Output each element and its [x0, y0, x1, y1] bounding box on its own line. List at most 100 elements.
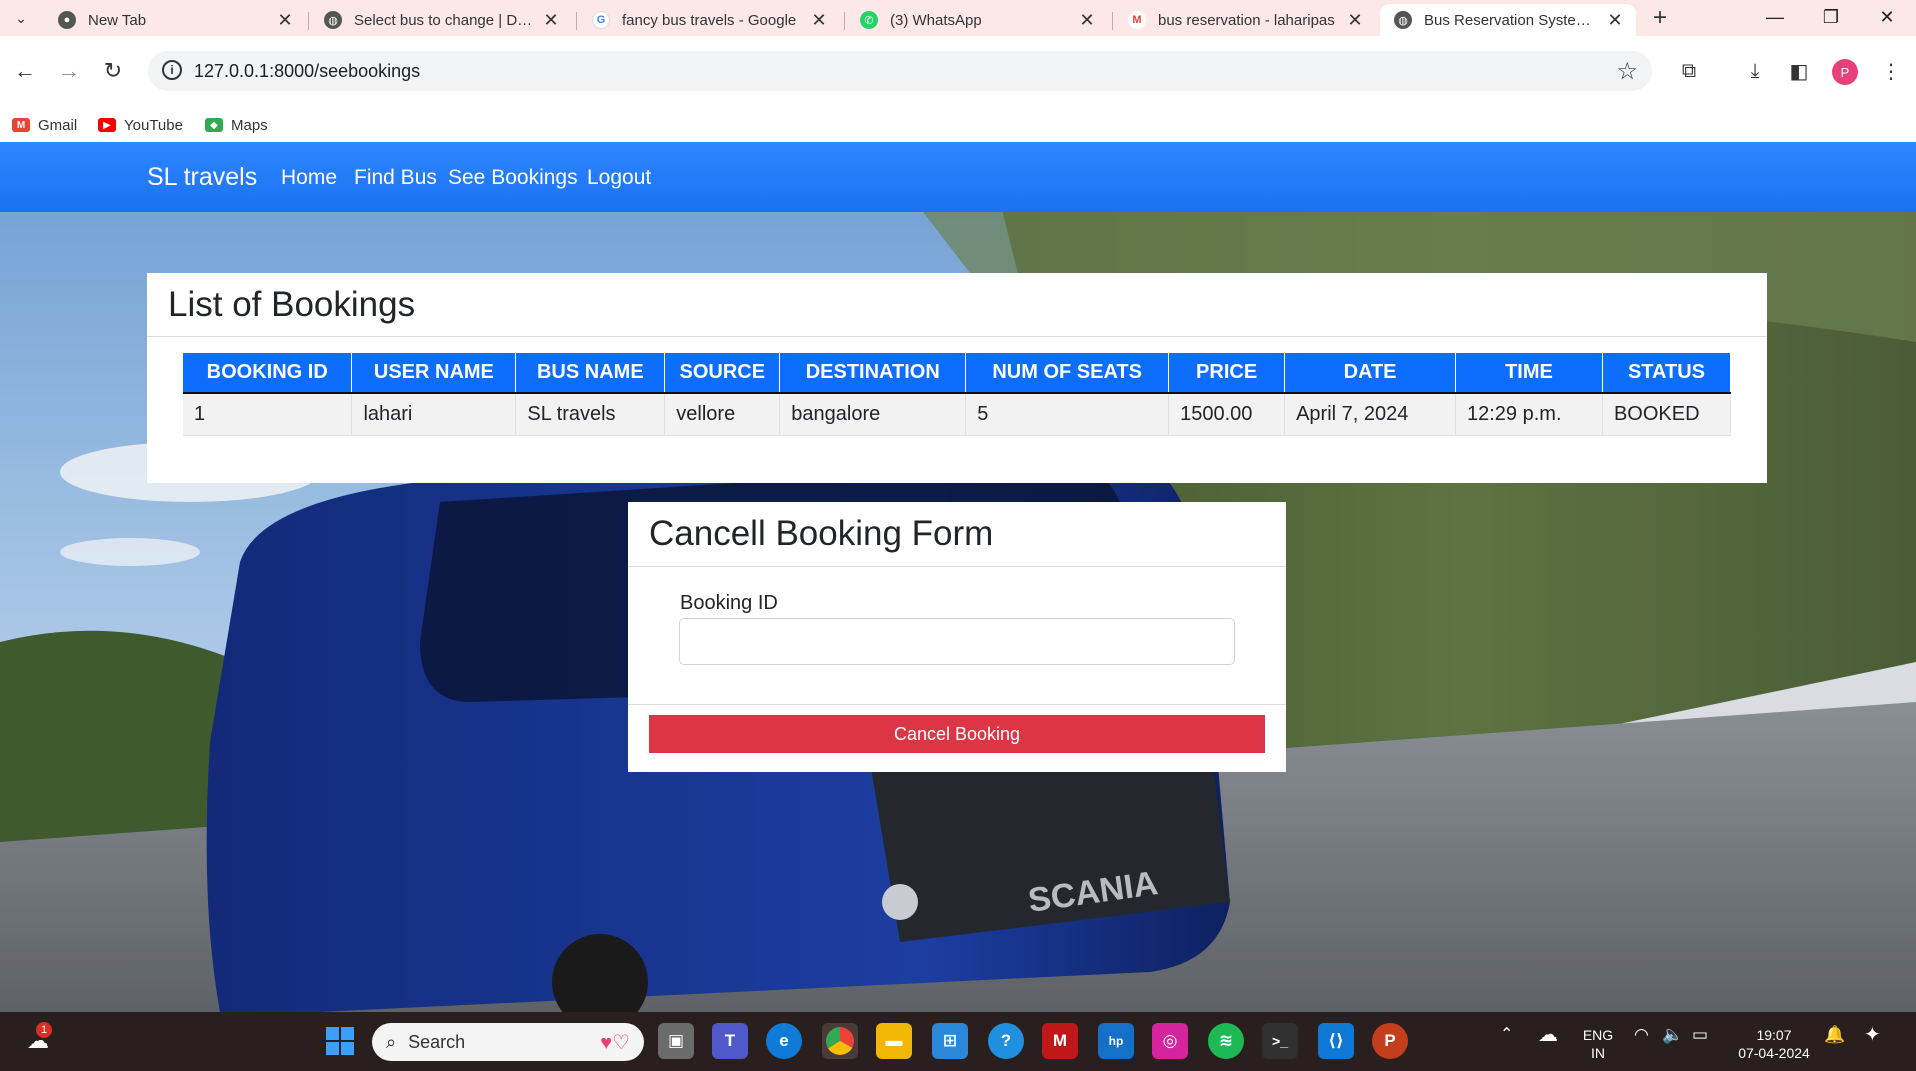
close-tab-icon[interactable]: ✕ — [810, 10, 828, 31]
cell-time: 12:29 p.m. — [1455, 393, 1603, 436]
bookmark-maps[interactable]: ◆ Maps — [205, 108, 268, 142]
column-header: STATUS — [1602, 353, 1732, 394]
close-tab-icon[interactable]: ✕ — [1346, 10, 1364, 31]
cell-source: vellore — [664, 393, 781, 436]
new-tab-button[interactable]: + — [1646, 4, 1674, 32]
bookings-title: List of Bookings — [168, 285, 416, 324]
back-button[interactable]: ← — [10, 56, 40, 86]
forward-button[interactable]: → — [54, 56, 84, 86]
download-icon[interactable]: ⤓ — [1740, 56, 1770, 86]
file-explorer-icon[interactable]: ▬ — [876, 1023, 912, 1059]
search-highlight-icon: ♥♡ — [600, 1031, 630, 1054]
onedrive-cloud-icon[interactable]: ☁ — [1538, 1025, 1558, 1045]
wifi-icon[interactable]: ◠ — [1634, 1026, 1649, 1044]
minimize-button[interactable]: — — [1752, 2, 1798, 32]
nav-link-see-bookings[interactable]: See Bookings — [448, 166, 578, 190]
show-hidden-icons-chevron[interactable]: ⌃ — [1500, 1026, 1513, 1044]
search-placeholder: Search — [408, 1031, 466, 1052]
spotify-icon[interactable]: ≋ — [1208, 1023, 1244, 1059]
cancel-booking-button[interactable]: Cancel Booking — [649, 715, 1265, 753]
navbar-brand[interactable]: SL travels — [147, 163, 257, 192]
column-header: PRICE — [1168, 353, 1286, 394]
copilot-icon[interactable]: ✦ — [1864, 1025, 1881, 1045]
booking-id-label: Booking ID — [680, 592, 778, 614]
table-row: 1 lahari SL travels vellore bangalore 5 … — [183, 393, 1732, 436]
clock[interactable]: 19:07 07-04-2024 — [1732, 1026, 1816, 1062]
close-tab-icon[interactable]: ✕ — [542, 10, 560, 31]
globe-icon: ◍ — [324, 11, 342, 29]
vscode-icon[interactable]: ⟨⟩ — [1318, 1023, 1354, 1059]
chrome-icon: ● — [58, 11, 76, 29]
close-tab-icon[interactable]: ✕ — [1078, 10, 1096, 31]
card-footer-divider — [628, 704, 1286, 705]
bookmark-label: Gmail — [38, 116, 78, 134]
nav-link-logout[interactable]: Logout — [587, 166, 651, 190]
column-header: TIME — [1455, 353, 1603, 394]
help-icon[interactable]: ? — [988, 1023, 1024, 1059]
close-tab-icon[interactable]: ✕ — [1606, 10, 1624, 31]
tab-gmail[interactable]: M bus reservation - laharipas ✕ — [1114, 4, 1376, 36]
search-icon: ⌕ — [386, 1031, 397, 1052]
tab-new-tab[interactable]: ● New Tab ✕ — [44, 4, 306, 36]
language-code: ENG — [1582, 1027, 1614, 1043]
tab-bus-reservation[interactable]: ◍ Bus Reservation System in ✕ — [1380, 4, 1636, 36]
profile-avatar[interactable]: P — [1832, 59, 1858, 85]
nav-link-home[interactable]: Home — [281, 166, 337, 190]
language-indicator[interactable]: ENG IN — [1580, 1026, 1616, 1062]
url-text[interactable]: 127.0.0.1:8000/seebookings — [194, 61, 420, 82]
myhp-icon[interactable]: hp — [1098, 1023, 1134, 1059]
windows-start-icon[interactable] — [322, 1023, 358, 1059]
whatsapp-icon: ✆ — [860, 11, 878, 29]
tab-separator — [308, 12, 309, 30]
tab-title: (3) WhatsApp — [890, 11, 982, 29]
bookmark-label: YouTube — [124, 116, 183, 134]
teams-icon[interactable]: T — [712, 1023, 748, 1059]
column-header: DESTINATION — [779, 353, 967, 394]
cell-user-name: lahari — [351, 393, 517, 436]
volume-icon[interactable]: 🔈 — [1662, 1026, 1683, 1044]
close-tab-icon[interactable]: ✕ — [276, 10, 294, 31]
taskbar-search-box[interactable]: ⌕ Search ♥♡ — [372, 1023, 644, 1061]
bookings-table: BOOKING ID USER NAME BUS NAME SOURCE DES… — [183, 353, 1732, 436]
extensions-icon[interactable]: ⧉ — [1674, 56, 1704, 86]
battery-icon[interactable]: ▭ — [1692, 1026, 1708, 1044]
windows-logo-icon — [326, 1027, 354, 1055]
bookmark-star-icon[interactable]: ☆ — [1616, 57, 1638, 86]
site-navbar: SL travels Home Find Bus See Bookings Lo… — [0, 142, 1916, 212]
task-view-icon[interactable]: ▣ — [658, 1023, 694, 1059]
reload-button[interactable]: ↻ — [98, 56, 128, 86]
booking-id-input[interactable] — [679, 618, 1235, 665]
table-header-row: BOOKING ID USER NAME BUS NAME SOURCE DES… — [183, 353, 1732, 394]
terminal-icon[interactable]: >_ — [1262, 1023, 1298, 1059]
menu-kebab-icon[interactable]: ⋮ — [1876, 56, 1906, 86]
restore-button[interactable]: ❐ — [1808, 2, 1854, 32]
region-code: IN — [1591, 1045, 1605, 1061]
tab-google-search[interactable]: G fancy bus travels - Google ✕ — [578, 4, 840, 36]
store-icon[interactable]: ⊞ — [932, 1023, 968, 1059]
powerpoint-icon[interactable]: P — [1372, 1023, 1408, 1059]
cell-price: 1500.00 — [1168, 393, 1286, 436]
notification-badge: 1 — [36, 1022, 52, 1038]
column-header: SOURCE — [664, 353, 781, 394]
cell-date: April 7, 2024 — [1284, 393, 1456, 436]
close-window-button[interactable]: ✕ — [1864, 2, 1910, 32]
bookmark-gmail[interactable]: M Gmail — [12, 108, 77, 142]
instagram-icon[interactable]: ◎ — [1152, 1023, 1188, 1059]
tab-whatsapp[interactable]: ✆ (3) WhatsApp ✕ — [846, 4, 1108, 36]
address-bar[interactable]: i 127.0.0.1:8000/seebookings ☆ — [148, 51, 1652, 91]
chrome-icon — [826, 1027, 854, 1055]
edge-icon[interactable]: e — [766, 1023, 802, 1059]
nav-link-find-bus[interactable]: Find Bus — [354, 166, 437, 190]
cell-bus-name: SL travels — [515, 393, 666, 436]
card-divider — [628, 566, 1286, 567]
tab-django-admin[interactable]: ◍ Select bus to change | Djan ✕ — [310, 4, 572, 36]
notification-bell-icon[interactable]: 🔔 — [1824, 1026, 1845, 1044]
bookmark-youtube[interactable]: ▶ YouTube — [98, 108, 183, 142]
side-panel-icon[interactable]: ◧ — [1784, 56, 1814, 86]
page-viewport: SCANIA SL travels Home Find Bus See Book… — [0, 142, 1916, 1012]
chrome-taskbar-icon[interactable] — [822, 1023, 858, 1059]
column-header: BOOKING ID — [183, 353, 353, 394]
mcafee-icon[interactable]: M — [1042, 1023, 1078, 1059]
tab-search-chevron-icon[interactable]: ⌄ — [8, 5, 34, 31]
site-info-icon[interactable]: i — [162, 60, 182, 80]
